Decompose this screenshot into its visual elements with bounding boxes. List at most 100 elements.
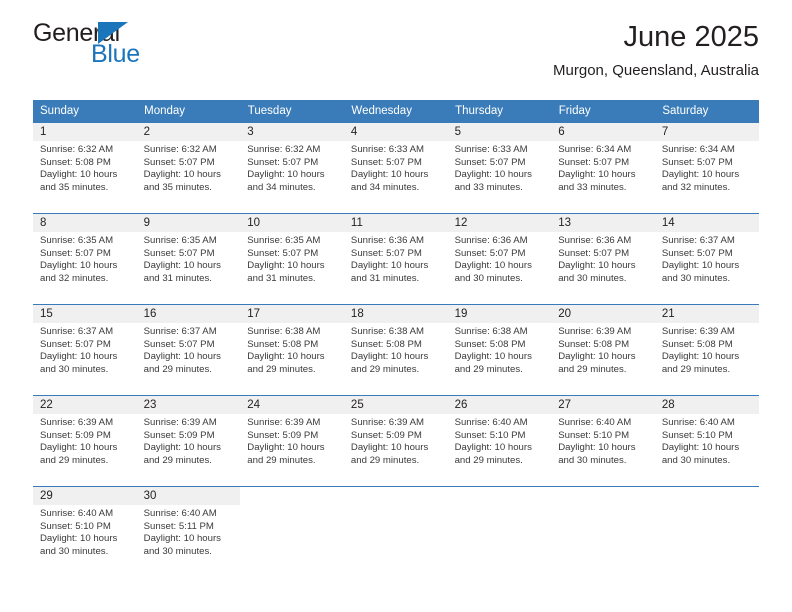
sunrise-text: Sunrise: 6:35 AM (143, 235, 217, 246)
day-number: 2 (136, 123, 241, 141)
brand-name-blue: Blue (91, 40, 140, 68)
calendar-day-cell[interactable]: 22 Sunrise: 6:39 AM Sunset: 5:09 PM Dayligh… (33, 395, 137, 487)
day-details: Sunrise: 6:39 AM Sunset: 5:08 PM Daylight:… (551, 323, 655, 376)
day-number: 19 (447, 305, 552, 323)
calendar-day-cell[interactable]: 16 Sunrise: 6:37 AM Sunset: 5:07 PM Dayligh… (136, 304, 241, 396)
daylight-text-line2: and 29 minutes. (558, 363, 627, 375)
daylight-text-line1: Daylight: 10 hours (558, 169, 636, 181)
calendar-day-cell[interactable]: 21 Sunrise: 6:39 AM Sunset: 5:08 PM Dayligh… (654, 304, 759, 396)
sunset-text: Sunset: 5:07 PM (143, 247, 215, 259)
daylight-text-line1: Daylight: 10 hours (40, 260, 118, 272)
daylight-text-line2: and 34 minutes. (350, 181, 420, 193)
calendar-day-cell[interactable]: 2 Sunrise: 6:32 AM Sunset: 5:07 PM Daylight… (136, 122, 241, 214)
calendar-day-cell[interactable]: 8 Sunrise: 6:35 AM Sunset: 5:07 PM Daylight… (33, 213, 137, 305)
day-number (447, 487, 552, 505)
day-details: Sunrise: 6:39 AM Sunset: 5:09 PM Daylight:… (240, 414, 344, 467)
day-number: 12 (447, 214, 552, 232)
daylight-text-line1: Daylight: 10 hours (143, 442, 221, 454)
calendar-day-cell (240, 486, 344, 577)
calendar-day-cell[interactable]: 29 Sunrise: 6:40 AM Sunset: 5:10 PM Dayligh… (33, 486, 137, 577)
sunrise-text: Sunrise: 6:39 AM (247, 417, 321, 428)
daylight-text-line2: and 32 minutes. (661, 181, 731, 193)
sunset-text: Sunset: 5:08 PM (558, 338, 630, 350)
day-details: Sunrise: 6:38 AM Sunset: 5:08 PM Daylight:… (344, 323, 448, 376)
calendar-day-cell[interactable]: 6 Sunrise: 6:34 AM Sunset: 5:07 PM Daylight… (551, 122, 655, 214)
daylight-text-line2: and 30 minutes. (661, 454, 731, 466)
calendar-day-cell[interactable]: 26 Sunrise: 6:40 AM Sunset: 5:10 PM Dayligh… (447, 395, 552, 487)
calendar-day-cell[interactable]: 4 Sunrise: 6:33 AM Sunset: 5:07 PM Daylight… (343, 122, 448, 214)
day-details: Sunrise: 6:39 AM Sunset: 5:09 PM Daylight:… (33, 414, 137, 467)
daylight-text-line2: and 30 minutes. (558, 454, 627, 466)
sunrise-text: Sunrise: 6:37 AM (661, 235, 735, 246)
sunrise-text: Sunrise: 6:38 AM (247, 326, 321, 337)
daylight-text-line2: and 29 minutes. (350, 454, 420, 466)
calendar-day-cell[interactable]: 3 Sunrise: 6:32 AM Sunset: 5:07 PM Daylight… (240, 122, 344, 214)
daylight-text-line2: and 30 minutes. (661, 272, 731, 284)
calendar-day-cell[interactable]: 15 Sunrise: 6:37 AM Sunset: 5:07 PM Dayligh… (33, 304, 137, 396)
daylight-text-line1: Daylight: 10 hours (558, 260, 636, 272)
calendar-day-cell (343, 486, 448, 577)
daylight-text-line2: and 29 minutes. (143, 363, 212, 375)
daylight-text-line1: Daylight: 10 hours (143, 351, 221, 363)
sunset-text: Sunset: 5:08 PM (661, 338, 733, 350)
day-number: 18 (343, 305, 448, 323)
day-number: 11 (343, 214, 448, 232)
day-number (551, 487, 655, 505)
day-number: 10 (240, 214, 344, 232)
daylight-text-line1: Daylight: 10 hours (454, 442, 532, 454)
sunset-text: Sunset: 5:08 PM (40, 156, 111, 168)
weekday-header-saturday: Saturday (654, 100, 759, 123)
calendar-day-cell (551, 486, 655, 577)
calendar-day-cell[interactable]: 10 Sunrise: 6:35 AM Sunset: 5:07 PM Dayligh… (240, 213, 344, 305)
calendar-day-cell[interactable]: 23 Sunrise: 6:39 AM Sunset: 5:09 PM Dayligh… (136, 395, 241, 487)
sunrise-text: Sunrise: 6:40 AM (143, 508, 217, 519)
sunset-text: Sunset: 5:07 PM (350, 156, 422, 168)
calendar-day-cell[interactable]: 7 Sunrise: 6:34 AM Sunset: 5:07 PM Daylight… (654, 122, 759, 214)
day-details: Sunrise: 6:32 AM Sunset: 5:07 PM Daylight:… (240, 141, 344, 194)
calendar-day-cell[interactable]: 11 Sunrise: 6:36 AM Sunset: 5:07 PM Dayligh… (343, 213, 448, 305)
day-details: Sunrise: 6:33 AM Sunset: 5:07 PM Daylight:… (448, 141, 552, 194)
sunrise-text: Sunrise: 6:39 AM (143, 417, 217, 428)
calendar-day-cell[interactable]: 20 Sunrise: 6:39 AM Sunset: 5:08 PM Dayligh… (551, 304, 655, 396)
daylight-text-line2: and 30 minutes. (558, 272, 627, 284)
daylight-text-line1: Daylight: 10 hours (143, 533, 221, 545)
calendar-day-cell[interactable]: 5 Sunrise: 6:33 AM Sunset: 5:07 PM Daylight… (447, 122, 552, 214)
calendar-day-cell[interactable]: 24 Sunrise: 6:39 AM Sunset: 5:09 PM Dayligh… (240, 395, 344, 487)
day-number: 26 (447, 396, 552, 414)
daylight-text-line1: Daylight: 10 hours (558, 351, 636, 363)
day-number: 9 (136, 214, 241, 232)
sunset-text: Sunset: 5:09 PM (40, 429, 111, 441)
calendar-day-cell[interactable]: 18 Sunrise: 6:38 AM Sunset: 5:08 PM Dayligh… (343, 304, 448, 396)
calendar-day-cell[interactable]: 30 Sunrise: 6:40 AM Sunset: 5:11 PM Dayligh… (136, 486, 241, 577)
calendar-day-cell[interactable]: 25 Sunrise: 6:39 AM Sunset: 5:09 PM Dayligh… (343, 395, 448, 487)
brand-logo[interactable]: General Blue (33, 21, 153, 69)
calendar-day-cell[interactable]: 14 Sunrise: 6:37 AM Sunset: 5:07 PM Dayligh… (654, 213, 759, 305)
sunrise-text: Sunrise: 6:32 AM (40, 144, 114, 155)
day-details: Sunrise: 6:35 AM Sunset: 5:07 PM Daylight:… (240, 232, 344, 285)
sunset-text: Sunset: 5:11 PM (143, 520, 214, 532)
calendar-day-cell[interactable]: 9 Sunrise: 6:35 AM Sunset: 5:07 PM Daylight… (136, 213, 241, 305)
daylight-text-line1: Daylight: 10 hours (558, 442, 636, 454)
sunrise-text: Sunrise: 6:38 AM (454, 326, 528, 337)
daylight-text-line2: and 31 minutes. (350, 272, 420, 284)
daylight-text-line2: and 29 minutes. (143, 454, 212, 466)
weekday-header-row: Sunday Monday Tuesday Wednesday Thursday… (33, 100, 759, 123)
day-details: Sunrise: 6:35 AM Sunset: 5:07 PM Daylight:… (137, 232, 241, 285)
calendar-day-cell[interactable]: 19 Sunrise: 6:38 AM Sunset: 5:08 PM Dayligh… (447, 304, 552, 396)
daylight-text-line1: Daylight: 10 hours (247, 169, 325, 181)
calendar-day-cell[interactable]: 1 Sunrise: 6:32 AM Sunset: 5:08 PM Daylight… (33, 122, 137, 214)
sunrise-text: Sunrise: 6:33 AM (454, 144, 528, 155)
calendar-day-cell[interactable]: 17 Sunrise: 6:38 AM Sunset: 5:08 PM Dayligh… (240, 304, 344, 396)
day-number: 5 (447, 123, 552, 141)
day-number: 17 (240, 305, 344, 323)
calendar-day-cell[interactable]: 12 Sunrise: 6:36 AM Sunset: 5:07 PM Dayligh… (447, 213, 552, 305)
day-details: Sunrise: 6:37 AM Sunset: 5:07 PM Daylight:… (655, 232, 759, 285)
day-details: Sunrise: 6:36 AM Sunset: 5:07 PM Daylight:… (448, 232, 552, 285)
calendar-day-cell[interactable]: 27 Sunrise: 6:40 AM Sunset: 5:10 PM Dayligh… (551, 395, 655, 487)
calendar-day-cell[interactable]: 28 Sunrise: 6:40 AM Sunset: 5:10 PM Dayligh… (654, 395, 759, 487)
weekday-header-sunday: Sunday (33, 100, 138, 123)
calendar-day-cell[interactable]: 13 Sunrise: 6:36 AM Sunset: 5:07 PM Dayligh… (551, 213, 655, 305)
sunrise-text: Sunrise: 6:36 AM (454, 235, 528, 246)
day-details: Sunrise: 6:39 AM Sunset: 5:09 PM Daylight:… (137, 414, 241, 467)
daylight-text-line1: Daylight: 10 hours (454, 260, 532, 272)
